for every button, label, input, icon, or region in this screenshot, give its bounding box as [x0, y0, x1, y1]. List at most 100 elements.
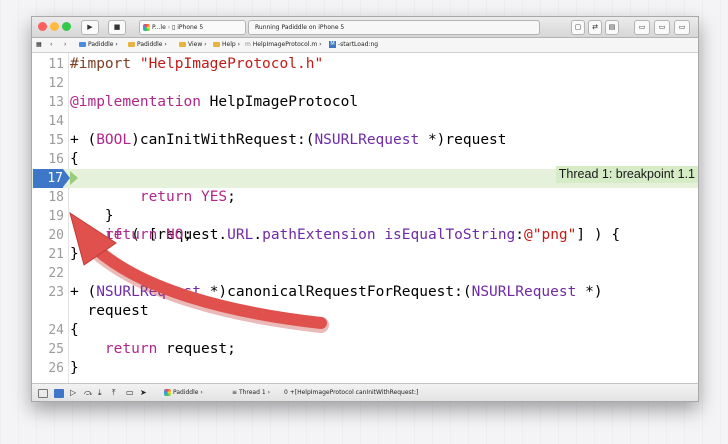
- debug-area-toggle[interactable]: ▭: [654, 20, 670, 35]
- hide-debug-area-icon[interactable]: [38, 389, 48, 398]
- code-text: @implementation HelpImageProtocol: [70, 94, 359, 110]
- line-number: 13: [48, 95, 64, 110]
- play-icon: ▶: [87, 23, 93, 31]
- line-number: 12: [48, 76, 64, 91]
- forward-arrow-icon[interactable]: ›: [64, 38, 66, 52]
- breadcrumb-group-help[interactable]: Help ›: [213, 38, 240, 52]
- breadcrumb-group-padiddle[interactable]: Padiddle ›: [128, 38, 167, 52]
- run-button[interactable]: ▶: [81, 20, 99, 35]
- debug-crumb-label: 0 +[HelpImageProtocol canInitWithRequest…: [284, 389, 419, 396]
- breadcrumb-group-view[interactable]: View ›: [179, 38, 207, 52]
- bubble-icon: ▢: [574, 23, 582, 31]
- line-number: 25: [48, 342, 64, 357]
- code-text: return NO;: [104, 227, 193, 243]
- line-number: 11: [48, 57, 64, 72]
- project-icon: [79, 42, 86, 47]
- grid-icon[interactable]: ▦: [36, 38, 42, 52]
- device-name: iPhone 5: [177, 24, 204, 31]
- code-line-wrapped: request: [32, 302, 698, 321]
- app-icon: [143, 24, 150, 31]
- breakpoints-toggle-icon[interactable]: [54, 389, 64, 398]
- code-line: 12: [32, 74, 698, 93]
- code-line: 22: [32, 264, 698, 283]
- debug-crumb-thread[interactable]: ≡ Thread 1 ›: [232, 384, 270, 401]
- scheme-selector[interactable]: P...le › ▯ iPhone 5: [139, 20, 246, 35]
- breadcrumb-project[interactable]: Padiddle ›: [79, 38, 118, 52]
- device-icon: ▯: [172, 24, 176, 31]
- breadcrumb-file[interactable]: m HelpImageProtocol.m ›: [245, 38, 321, 52]
- close-window-button[interactable]: [38, 22, 47, 31]
- zoom-window-button[interactable]: [62, 22, 71, 31]
- simulate-location-icon[interactable]: ➤: [140, 384, 147, 401]
- xcode-window: ▶ ■ P...le › ▯ iPhone 5 Running Padiddle…: [31, 16, 699, 402]
- code-line: 26}: [32, 359, 698, 378]
- code-text: }: [70, 246, 79, 262]
- line-number: 22: [48, 266, 64, 281]
- line-number: 23: [48, 285, 64, 300]
- method-icon: M: [329, 41, 336, 48]
- bubble-button[interactable]: ▢: [571, 20, 585, 35]
- scheme-name: P...le: [152, 24, 166, 31]
- code-text: return YES;: [139, 189, 236, 205]
- stop-button[interactable]: ■: [108, 20, 126, 35]
- thread-icon: ≡: [232, 389, 239, 396]
- utilities-toggle[interactable]: ▭: [674, 20, 690, 35]
- line-number: 24: [48, 323, 64, 338]
- file-icon: m: [245, 41, 253, 48]
- code-text: + (BOOL)canInitWithRequest:(NSURLRequest…: [70, 132, 507, 148]
- navigator-toggle[interactable]: ▭: [634, 20, 650, 35]
- continue-icon[interactable]: ▷: [70, 384, 76, 401]
- code-line: 19 }: [32, 207, 698, 226]
- folder-icon: [128, 42, 135, 47]
- code-text: }: [70, 208, 114, 224]
- program-counter-icon[interactable]: [70, 171, 78, 185]
- breadcrumb-label: -startLoad:ng: [337, 41, 379, 48]
- breadcrumb-label: Padiddle: [137, 41, 163, 48]
- step-in-icon[interactable]: ⤓: [98, 384, 102, 401]
- code-text: }: [70, 360, 79, 376]
- code-text: #import "HelpImageProtocol.h": [70, 56, 324, 72]
- debug-crumb-frame[interactable]: 0 +[HelpImageProtocol canInitWithRequest…: [284, 384, 419, 401]
- code-line: 21}: [32, 245, 698, 264]
- line-number: 19: [48, 209, 64, 224]
- code-line: 24 {: [32, 321, 698, 340]
- breadcrumb-label: HelpImageProtocol.m: [252, 41, 318, 48]
- debug-crumb-process[interactable]: Padiddle ›: [164, 384, 203, 401]
- breakpoint-marker[interactable]: 17: [33, 169, 70, 188]
- view-debugger-icon[interactable]: ▭: [126, 384, 134, 401]
- thread-breakpoint-badge: Thread 1: breakpoint 1.1: [555, 166, 698, 183]
- minimize-window-button[interactable]: [50, 22, 59, 31]
- breadcrumb-method[interactable]: M -startLoad:ng: [329, 38, 378, 52]
- back-forward-icon: ⇄: [592, 23, 598, 31]
- code-text: request: [70, 303, 149, 319]
- step-over-icon[interactable]: ⤼: [84, 384, 93, 401]
- code-line: 15 + (BOOL)canInitWithRequest:(NSURLReque…: [32, 131, 698, 150]
- assistant-button[interactable]: ⇄: [588, 20, 602, 35]
- folder-icon: [179, 42, 186, 47]
- code-text: {: [70, 151, 79, 167]
- code-line: 18 return YES;: [32, 188, 698, 207]
- code-line: 13 @implementation HelpImageProtocol: [32, 93, 698, 112]
- code-line: 14: [32, 112, 698, 131]
- back-arrow-icon[interactable]: ‹: [50, 38, 52, 52]
- code-line: 11 #import "HelpImageProtocol.h": [32, 55, 698, 74]
- debug-crumb-label: Padiddle: [173, 389, 199, 396]
- line-number: 16: [48, 152, 64, 167]
- line-number: 14: [48, 114, 64, 129]
- code-line: 20 return NO;: [32, 226, 698, 245]
- line-number: 20: [48, 228, 64, 243]
- version-button[interactable]: ▤: [605, 20, 619, 35]
- source-editor[interactable]: 11 #import "HelpImageProtocol.h" 12 13 @im…: [32, 53, 698, 383]
- toolbar: ▶ ■ P...le › ▯ iPhone 5 Running Padiddle…: [32, 17, 698, 38]
- code-text: return request;: [104, 341, 236, 357]
- breadcrumb-label: Help: [222, 41, 236, 48]
- line-number: 17: [47, 171, 63, 186]
- debug-bar: ▷ ⤼ ⤓ ⤒ ▭ ➤ Padiddle › ≡ Thread 1 › 0 +[…: [32, 383, 698, 401]
- code-text: + (NSURLRequest *)canonicalRequestForReq…: [70, 284, 603, 300]
- panel-bottom-icon: ▭: [658, 23, 666, 31]
- jump-bar: ▦ ‹ › Padiddle › Padiddle › View › Help …: [32, 38, 698, 53]
- panel-right-icon: ▭: [678, 23, 686, 31]
- layout-icon: ▤: [608, 23, 616, 31]
- code-line: 23 + (NSURLRequest *)canonicalRequestForR…: [32, 283, 698, 302]
- step-out-icon[interactable]: ⤒: [112, 384, 116, 401]
